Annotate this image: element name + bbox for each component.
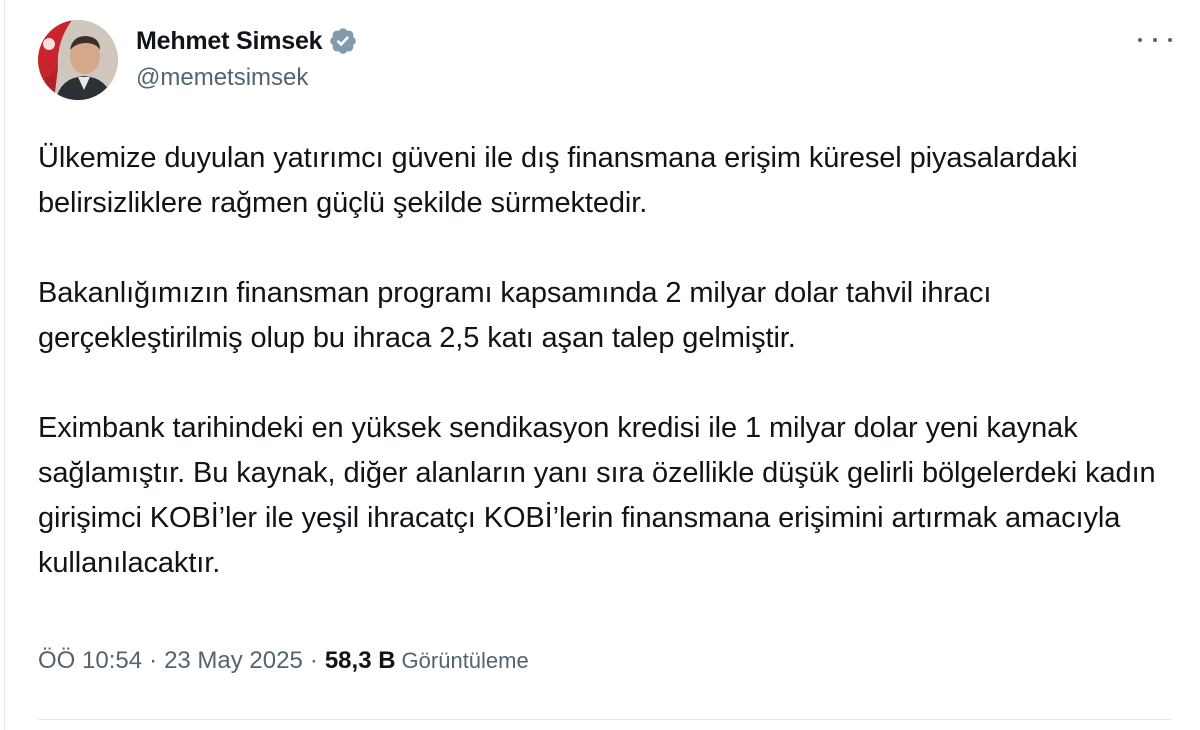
dot <box>1153 38 1157 42</box>
views-label: Görüntüleme <box>401 648 529 673</box>
tweet-metadata: ÖÖ 10:54 · 23 May 2025 · 58,3 B Görüntül… <box>38 647 529 675</box>
tweet-paragraph: Eximbank tarihindeki en yüksek sendikasy… <box>38 412 1156 579</box>
dot <box>1168 38 1172 42</box>
dot <box>1138 38 1142 42</box>
tweet-time[interactable]: ÖÖ 10:54 <box>38 647 142 675</box>
avatar[interactable] <box>38 20 118 100</box>
tweet-paragraph: Bakanlığımızın finansman programı kapsam… <box>38 277 992 354</box>
meta-separator: · <box>149 647 158 674</box>
more-options-icon[interactable] <box>1138 30 1172 50</box>
tweet-date[interactable]: 23 May 2025 <box>164 647 303 675</box>
verified-badge-icon <box>328 26 358 56</box>
profile-photo-icon <box>38 20 118 100</box>
divider <box>38 719 1172 720</box>
tweet-paragraph: Ülkemize duyulan yatırımcı güveni ile dı… <box>38 142 1078 219</box>
author-display-name[interactable]: Mehmet Simsek <box>136 27 323 56</box>
name-row: Mehmet Simsek <box>136 24 358 58</box>
tweet-card: Mehmet Simsek @memetsimsek Ülkemize duyu… <box>0 0 1200 730</box>
author-info: Mehmet Simsek @memetsimsek <box>136 24 358 92</box>
left-border <box>4 0 5 730</box>
meta-separator: · <box>309 647 318 674</box>
views-count[interactable]: 58,3 B <box>325 647 396 675</box>
author-handle[interactable]: @memetsimsek <box>136 64 358 92</box>
tweet-text: Ülkemize duyulan yatırımcı güveni ile dı… <box>38 136 1158 586</box>
